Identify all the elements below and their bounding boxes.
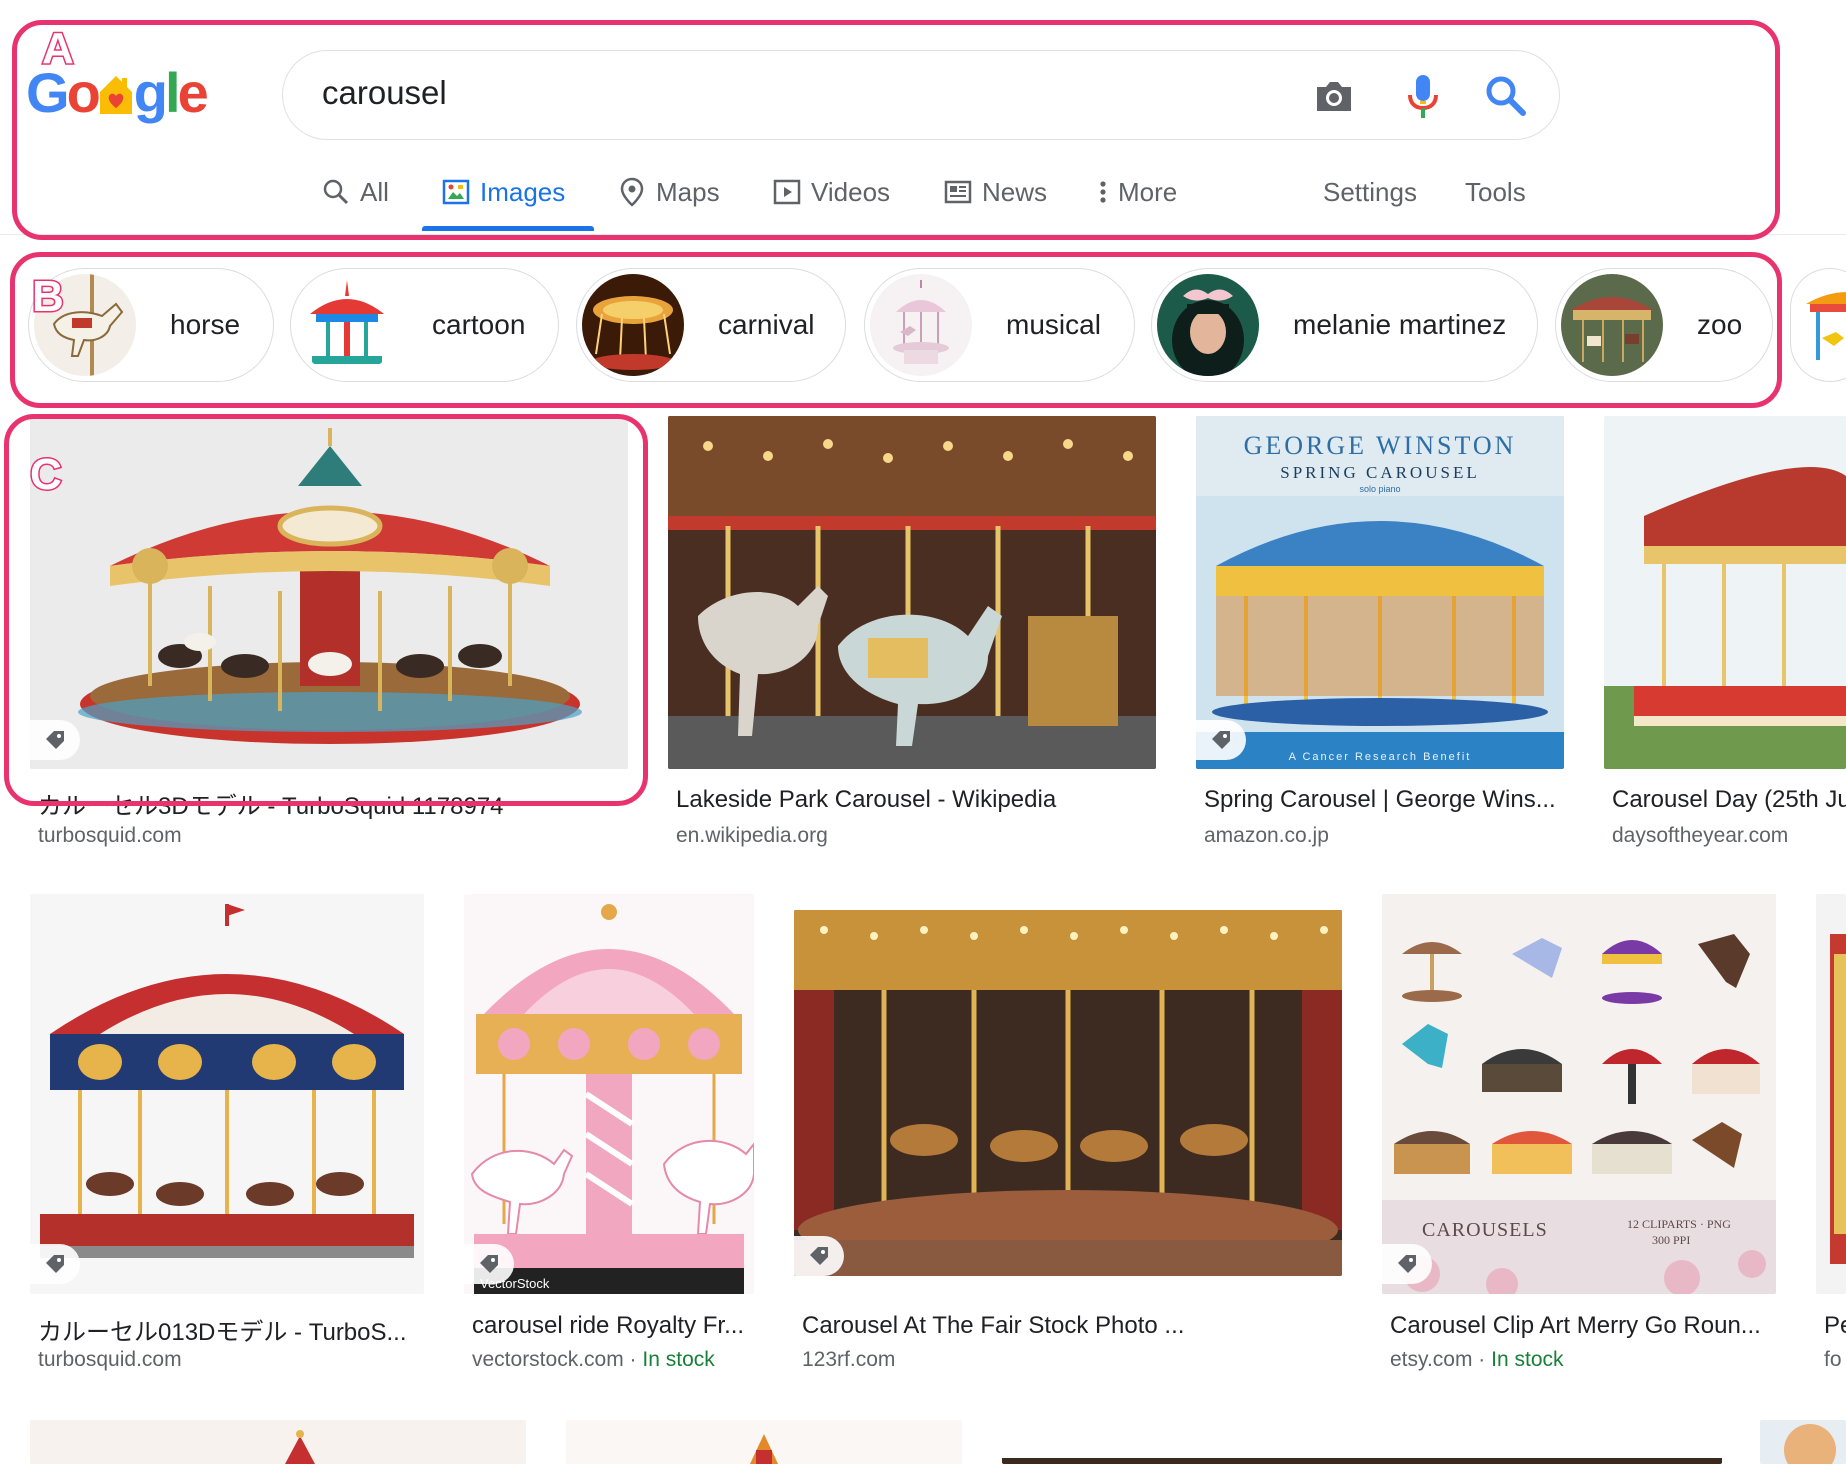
result-image[interactable]: [794, 910, 1342, 1276]
result-source: en.wikipedia.org: [676, 824, 828, 847]
result-image[interactable]: GEORGE WINSTON SPRING CAROUSEL solo pian…: [1196, 416, 1564, 769]
result-source: turbosquid.com: [38, 1348, 182, 1371]
result-source: turbosquid.com: [38, 824, 182, 847]
result-source: fo: [1824, 1348, 1842, 1371]
image-text: 300 PPI: [1652, 1233, 1690, 1247]
result-image[interactable]: [668, 416, 1156, 769]
result-caption[interactable]: Lakeside Park Carousel - Wikipedia: [676, 786, 1156, 814]
result-caption[interactable]: Spring Carousel | George Wins...: [1204, 786, 1564, 814]
annotation-box-c: [4, 414, 648, 806]
result-image[interactable]: [566, 1420, 962, 1464]
image-text: CAROUSELS: [1422, 1219, 1548, 1241]
chip-partial[interactable]: [1790, 268, 1846, 382]
result-source: etsy.com: [1390, 1348, 1473, 1371]
result-caption[interactable]: carousel ride Royalty Fr...: [472, 1312, 754, 1340]
annotation-label-b: B: [31, 271, 66, 323]
image-text: SPRING CAROUSEL: [1280, 463, 1479, 482]
annotation-box-a: [12, 20, 1780, 240]
image-text: solo piano: [1359, 484, 1400, 494]
image-text: 12 CLIPARTS · PNG: [1627, 1217, 1731, 1231]
annotation-label-a: A: [41, 23, 76, 75]
result-source: amazon.co.jp: [1204, 824, 1329, 847]
chip-thumbnail: [1796, 274, 1846, 376]
result-image[interactable]: CAROUSELS 12 CLIPARTS · PNG 300 PPI: [1382, 894, 1776, 1294]
result-image[interactable]: [1760, 1420, 1846, 1464]
result-image[interactable]: VectorStock: [464, 894, 754, 1294]
result-caption[interactable]: Carousel At The Fair Stock Photo ...: [802, 1312, 1342, 1340]
result-source: daysoftheyear.com: [1612, 824, 1789, 847]
annotation-label-c: C: [29, 449, 64, 501]
result-image[interactable]: [1816, 894, 1846, 1294]
result-source-line: etsy.com · In stock: [1390, 1348, 1564, 1372]
result-caption[interactable]: Carousel Clip Art Merry Go Roun...: [1390, 1312, 1776, 1340]
result-image[interactable]: [30, 894, 424, 1294]
product-tag-icon: [464, 1244, 514, 1284]
product-tag-icon: [1382, 1244, 1432, 1284]
result-caption[interactable]: カルーセル013Dモデル - TurboS...: [38, 1312, 424, 1347]
stock-status: In stock: [642, 1348, 715, 1371]
separator: ·: [1472, 1348, 1492, 1371]
result-source: 123rf.com: [802, 1348, 896, 1371]
result-image[interactable]: [1002, 1420, 1722, 1464]
image-text: GEORGE WINSTON: [1244, 431, 1517, 460]
result-caption[interactable]: Pe: [1824, 1312, 1846, 1340]
image-text: A Cancer Research Benefit: [1289, 751, 1472, 763]
product-tag-icon: [794, 1236, 844, 1276]
annotation-box-b: [10, 252, 1782, 408]
result-image[interactable]: [30, 1420, 526, 1464]
product-tag-icon: [30, 1244, 80, 1284]
separator: ·: [623, 1348, 643, 1371]
product-tag-icon: [1196, 720, 1246, 760]
result-source-line: vectorstock.com · In stock: [472, 1348, 715, 1372]
result-caption[interactable]: Carousel Day (25th Ju: [1612, 786, 1846, 814]
result-image[interactable]: [1604, 416, 1846, 769]
stock-status: In stock: [1491, 1348, 1564, 1371]
result-source: vectorstock.com: [472, 1348, 624, 1371]
